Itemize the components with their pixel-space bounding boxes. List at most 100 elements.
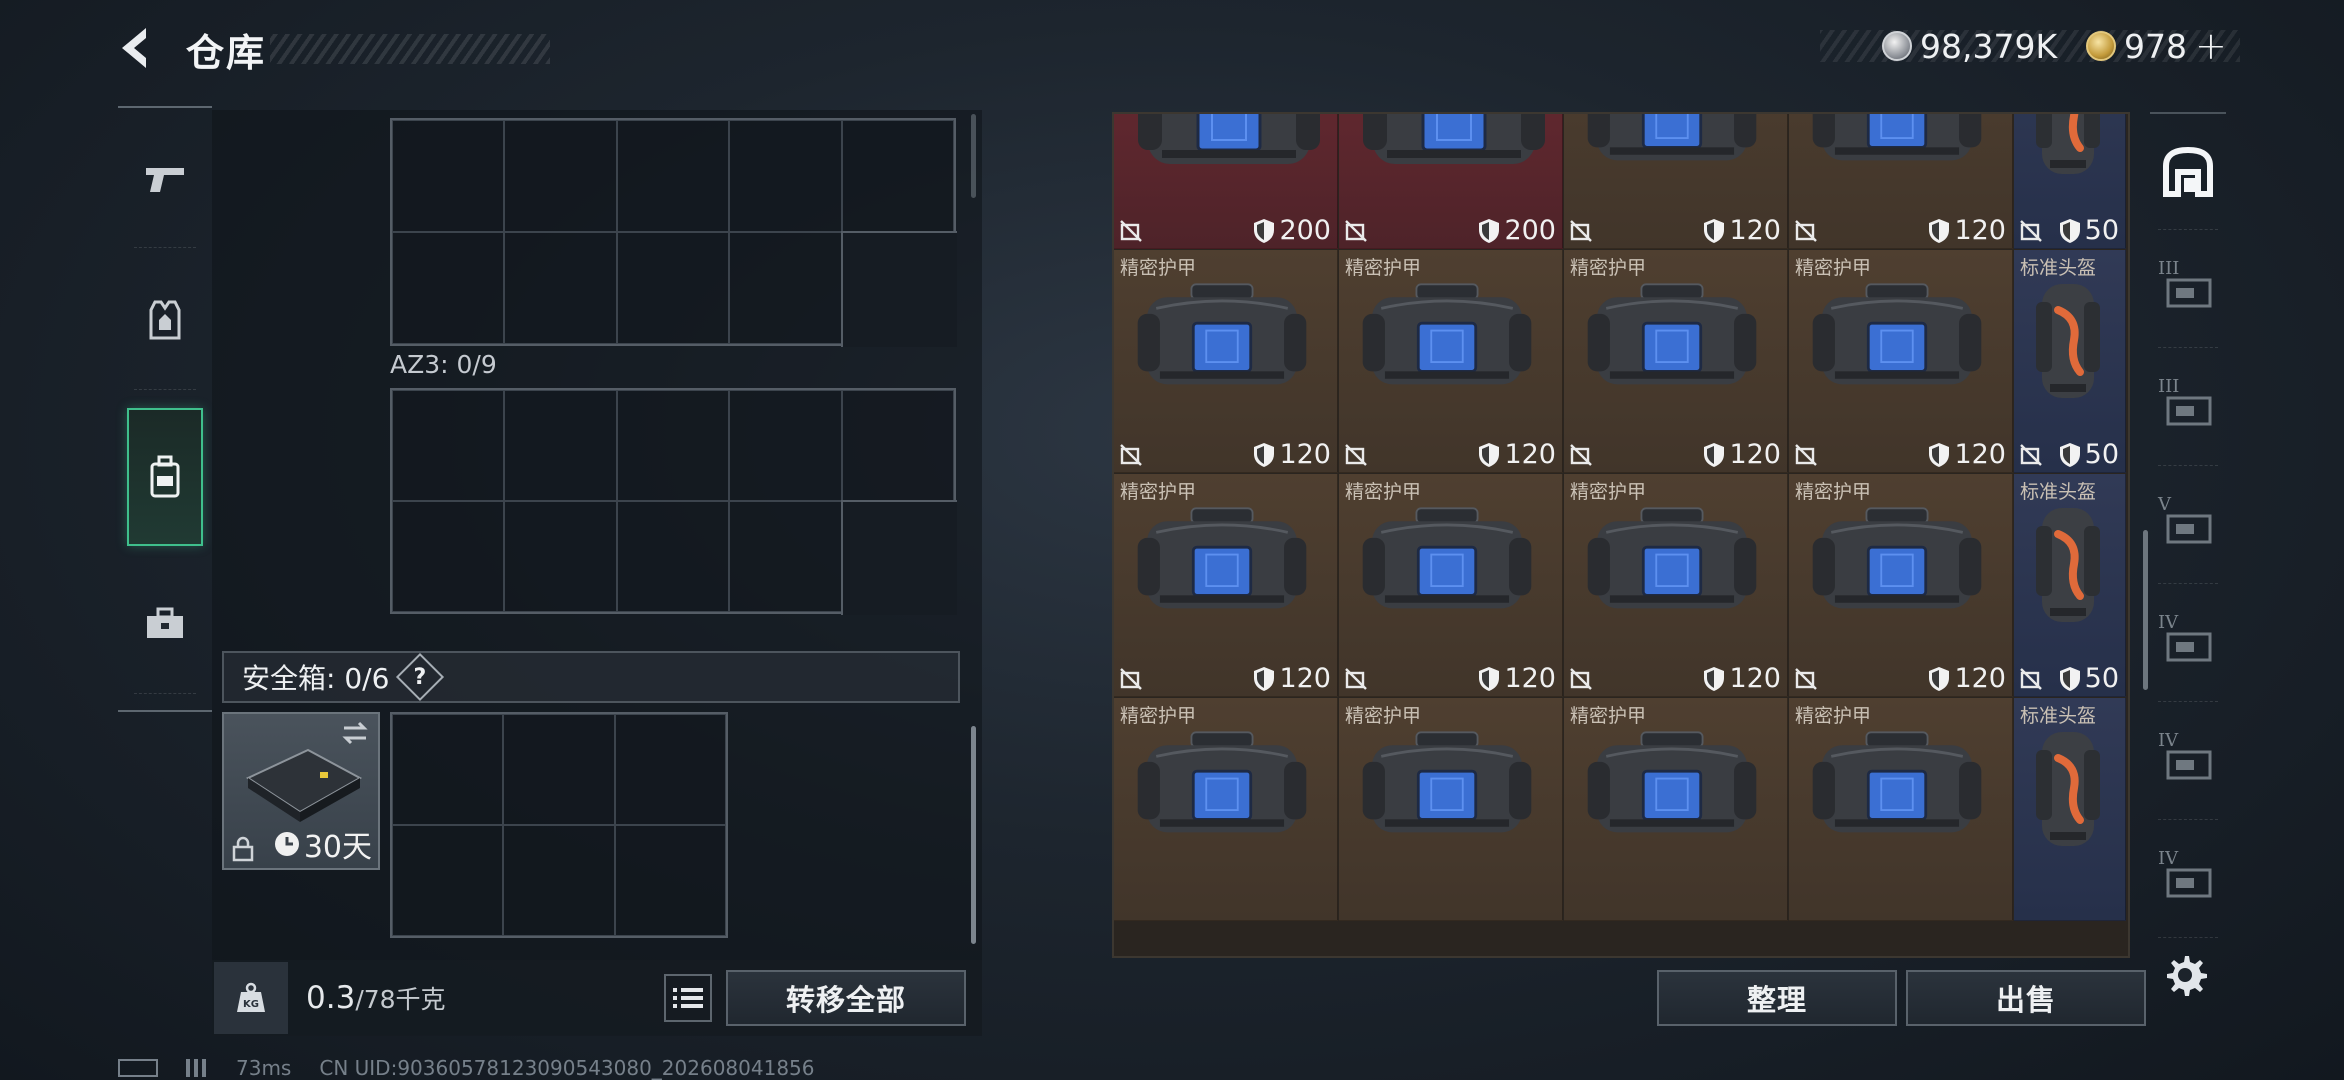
armor-vest-bag-icon bbox=[1138, 114, 1320, 164]
nav-armor[interactable] bbox=[118, 250, 212, 390]
stash-item[interactable]: 精密护甲 120 bbox=[1564, 250, 1788, 473]
item-durability: 50 bbox=[2059, 663, 2119, 694]
grid-slot[interactable] bbox=[614, 714, 726, 825]
grid-slot[interactable] bbox=[503, 825, 615, 936]
stash-item[interactable]: 200 bbox=[1114, 114, 1338, 249]
grid-slot[interactable] bbox=[841, 120, 954, 232]
grid-slot[interactable] bbox=[392, 232, 505, 344]
stash-item[interactable]: 精密护甲 120 bbox=[1789, 250, 2013, 473]
gold-coin-icon bbox=[2086, 31, 2116, 61]
right-tab-2[interactable]: III bbox=[2150, 350, 2226, 466]
safe-box-label: 安全箱: 0/6 bbox=[242, 662, 390, 695]
nav-tools[interactable] bbox=[118, 554, 212, 694]
grid-slot[interactable] bbox=[504, 120, 617, 232]
grid-slot[interactable] bbox=[392, 390, 505, 501]
weight-readout: 0.3/78千克 bbox=[306, 980, 446, 1016]
stash-item[interactable]: 精密护甲 120 bbox=[1789, 474, 2013, 697]
grid-slot[interactable] bbox=[392, 120, 505, 232]
back-arrow-icon[interactable] bbox=[112, 22, 164, 74]
gear-icon[interactable] bbox=[2160, 950, 2210, 1000]
backpack-icon bbox=[150, 455, 180, 498]
list-view-button[interactable] bbox=[664, 974, 712, 1022]
uid-text: CN UID:90360578123090543080_202608041856 bbox=[319, 1056, 815, 1080]
stash-item[interactable]: 精密护甲 120 bbox=[1564, 474, 1788, 697]
grid-slot[interactable] bbox=[392, 501, 505, 612]
stash-item[interactable]: 50 bbox=[2014, 114, 2126, 249]
right-tab-5[interactable]: IV bbox=[2150, 704, 2226, 820]
right-category-tabs: III III V IV IV IV bbox=[2150, 112, 2226, 958]
no-trade-icon bbox=[1795, 444, 1817, 466]
stash-item[interactable]: 精密护甲 120 bbox=[1114, 250, 1338, 473]
stash-item[interactable]: 精密护甲 120 bbox=[1339, 250, 1563, 473]
no-trade-icon bbox=[2020, 220, 2042, 242]
armor-vest-bag-icon bbox=[1362, 283, 1532, 385]
stash-item[interactable]: 120 bbox=[1789, 114, 2013, 249]
no-trade-icon bbox=[1345, 220, 1367, 242]
safe-case-slot[interactable]: 30天 bbox=[222, 712, 380, 870]
sell-button[interactable]: 出售 bbox=[1906, 970, 2146, 1026]
stash-item[interactable]: 标准头盔 50 bbox=[2014, 474, 2126, 697]
container-label: AZ3: 0/9 bbox=[390, 350, 497, 379]
right-tab-6[interactable]: IV bbox=[2150, 822, 2226, 938]
no-trade-icon bbox=[1345, 444, 1367, 466]
nav-weapons[interactable] bbox=[118, 108, 212, 248]
stash-scrollbar[interactable] bbox=[2143, 530, 2148, 690]
item-name: 标准头盔 bbox=[2020, 257, 2097, 279]
shield-icon bbox=[1704, 218, 1725, 243]
stash-item[interactable]: 精密护甲 bbox=[1789, 698, 2013, 921]
stash-item[interactable]: 精密护甲 120 bbox=[1114, 474, 1338, 697]
item-name: 精密护甲 bbox=[1345, 257, 1422, 279]
grid-slot[interactable] bbox=[729, 501, 842, 612]
grid-slot[interactable] bbox=[729, 232, 842, 344]
help-icon: ? bbox=[414, 664, 427, 690]
help-button[interactable]: ? bbox=[396, 652, 445, 702]
right-tab-4[interactable]: IV bbox=[2150, 586, 2226, 702]
stash-item[interactable]: 精密护甲 120 bbox=[1339, 474, 1563, 697]
weight-capacity: /78千克 bbox=[355, 985, 446, 1014]
no-trade-icon bbox=[1570, 444, 1592, 466]
sort-button[interactable]: 整理 bbox=[1657, 970, 1897, 1026]
grid-slot[interactable] bbox=[616, 390, 730, 501]
transfer-all-button[interactable]: 转移全部 bbox=[726, 970, 966, 1026]
grid-slot[interactable] bbox=[392, 714, 504, 825]
grid-slot[interactable] bbox=[729, 120, 842, 232]
armor-vest-bag-icon bbox=[1137, 283, 1307, 385]
stash-item[interactable]: 标准头盔 bbox=[2014, 698, 2126, 921]
grid-slot[interactable] bbox=[504, 501, 617, 612]
grid-slot[interactable] bbox=[503, 714, 615, 825]
add-currency-button[interactable]: + bbox=[2195, 24, 2227, 68]
stash-item[interactable]: 标准头盔 50 bbox=[2014, 250, 2126, 473]
grid-slot[interactable] bbox=[616, 232, 730, 344]
grid-slot[interactable] bbox=[729, 390, 842, 501]
item-durability: 120 bbox=[1928, 663, 2006, 694]
item-name: 精密护甲 bbox=[1570, 705, 1647, 727]
grid-slot[interactable] bbox=[616, 120, 730, 232]
shield-icon bbox=[1479, 218, 1500, 243]
stash-item[interactable]: 120 bbox=[1564, 114, 1788, 249]
grid-slot[interactable] bbox=[504, 390, 617, 501]
grid-slot[interactable] bbox=[614, 825, 726, 936]
tier-label: III bbox=[2158, 258, 2180, 279]
no-trade-icon bbox=[1120, 220, 1142, 242]
loadout-scrollbar[interactable] bbox=[971, 726, 976, 944]
item-durability: 200 bbox=[1478, 215, 1556, 246]
helmet-icon bbox=[2036, 284, 2100, 398]
grid-slot[interactable] bbox=[504, 232, 617, 344]
no-trade-icon bbox=[2020, 444, 2042, 466]
stash-item[interactable]: 200 bbox=[1339, 114, 1563, 249]
stash-item[interactable]: 精密护甲 bbox=[1114, 698, 1338, 921]
stash-item[interactable]: 精密护甲 bbox=[1339, 698, 1563, 921]
armor-vest-bag-icon bbox=[1812, 114, 1982, 161]
grid-slot[interactable] bbox=[392, 825, 504, 936]
nav-backpack[interactable] bbox=[127, 408, 203, 546]
swap-icon[interactable] bbox=[340, 720, 370, 746]
item-durability: 120 bbox=[1253, 439, 1331, 470]
safe-box-header: 安全箱: 0/6 ? bbox=[222, 651, 960, 703]
grid-slot[interactable] bbox=[841, 390, 954, 501]
stash-item[interactable]: 精密护甲 bbox=[1564, 698, 1788, 921]
no-trade-icon bbox=[1795, 220, 1817, 242]
right-tab-1[interactable]: III bbox=[2150, 232, 2226, 348]
right-tab-0[interactable] bbox=[2150, 114, 2226, 230]
grid-slot[interactable] bbox=[616, 501, 730, 612]
right-tab-3[interactable]: V bbox=[2150, 468, 2226, 584]
